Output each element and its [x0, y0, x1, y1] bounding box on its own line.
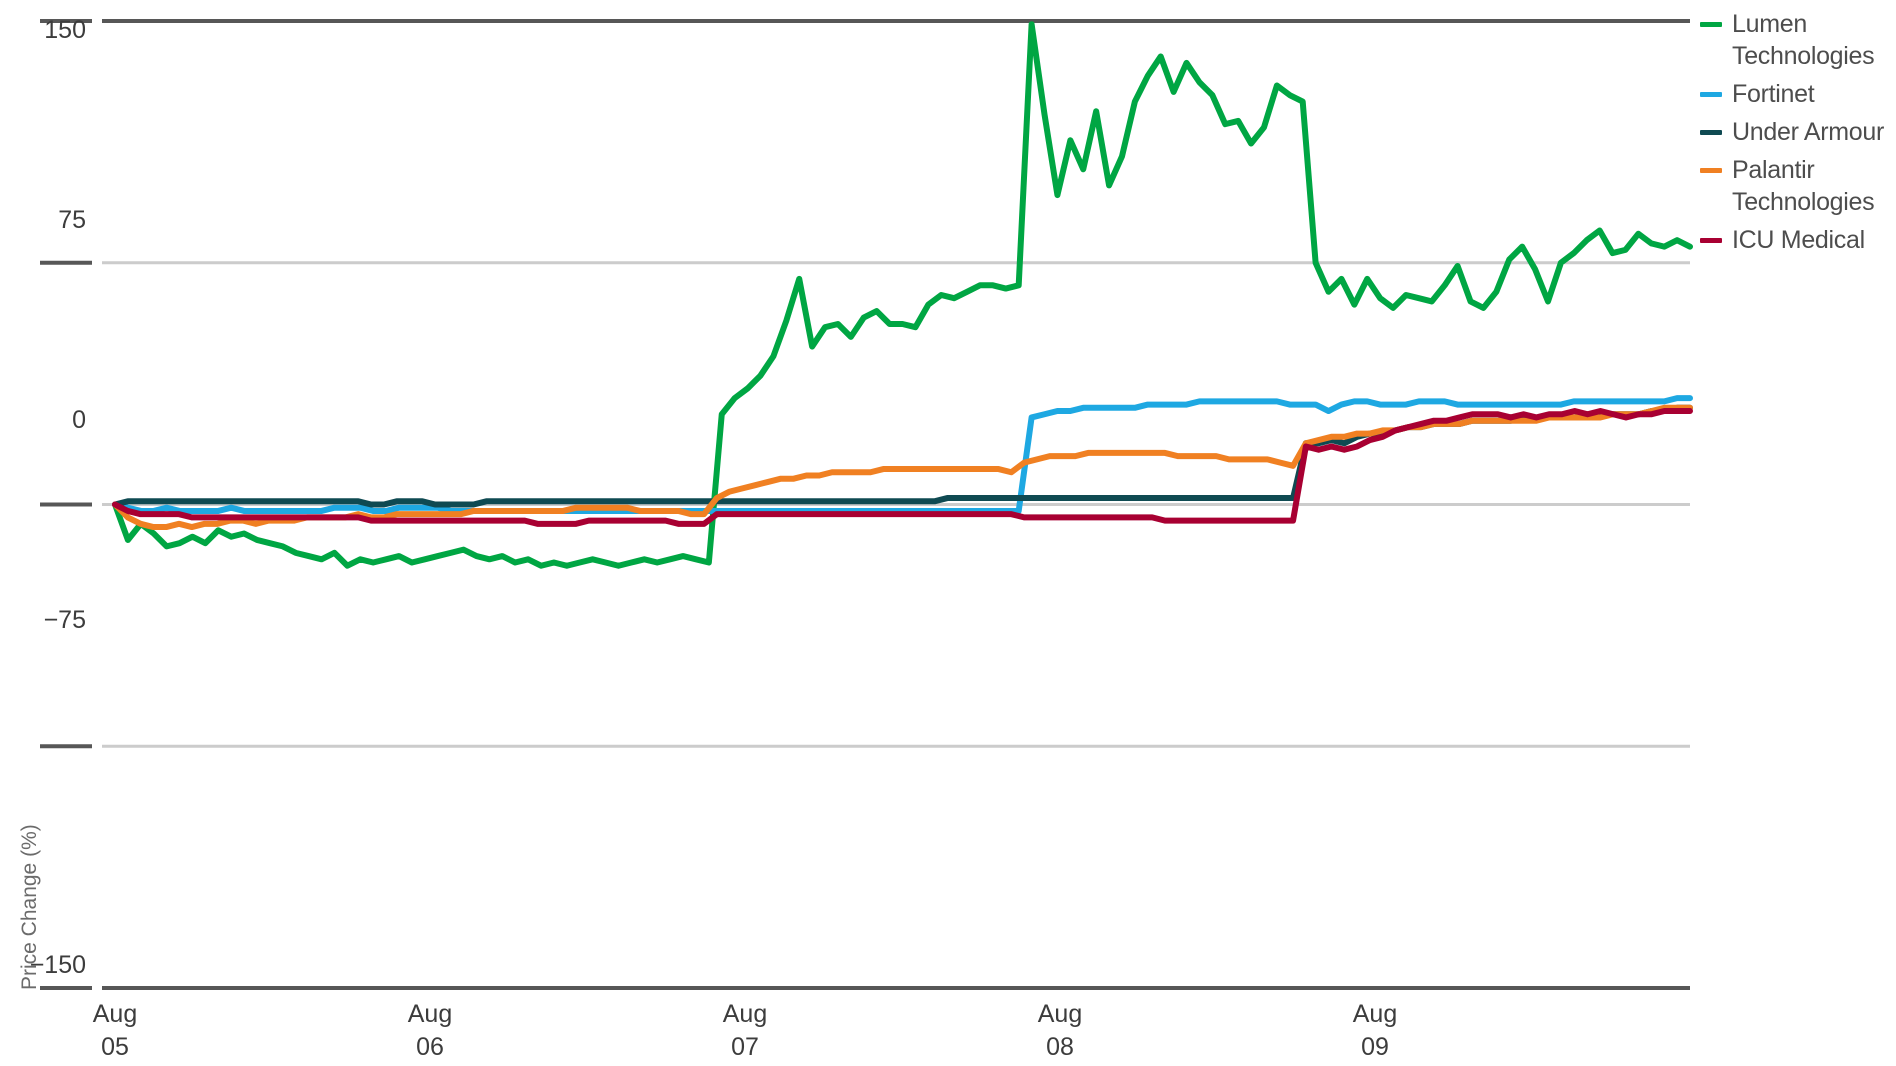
- chart-legend: Lumen Technologies Fortinet Under Armour…: [1700, 8, 1890, 262]
- tick-marks: [40, 19, 92, 990]
- legend-label-fortinet: Fortinet: [1732, 80, 1815, 108]
- ytick-label-minus150: −150: [29, 951, 86, 979]
- legend-label-icu-medical: ICU Medical: [1732, 226, 1865, 254]
- ytick-label-minus75: −75: [43, 606, 86, 634]
- xtick-label-aug08: Aug 08: [980, 998, 1140, 1064]
- legend-item-lumen-technologies[interactable]: Lumen Technologies: [1700, 8, 1890, 72]
- legend-swatch-lumen-technologies: [1700, 22, 1722, 27]
- xtick-aug06-line1: Aug: [407, 1000, 453, 1028]
- legend-item-fortinet[interactable]: Fortinet: [1700, 78, 1890, 110]
- legend-swatch-under-armour: [1700, 130, 1722, 135]
- xtick-label-aug07: Aug 07: [665, 998, 825, 1064]
- xtick-aug05-line1: Aug: [92, 1000, 138, 1028]
- xtick-label-aug09: Aug 09: [1295, 998, 1455, 1064]
- legend-label-palantir-technologies: Palantir Technologies: [1732, 156, 1875, 216]
- legend-swatch-palantir-technologies: [1700, 168, 1722, 173]
- xtick-aug07-line1: Aug: [722, 1000, 768, 1028]
- gridlines: [102, 261, 1690, 748]
- legend-swatch-fortinet: [1700, 92, 1722, 97]
- xtick-aug08-line2: 08: [1046, 1033, 1074, 1061]
- ytick-label-150: 150: [44, 16, 86, 44]
- xtick-aug08-line1: Aug: [1037, 1000, 1083, 1028]
- xtick-label-aug06: Aug 06: [350, 998, 510, 1064]
- ytick-label-0: 0: [72, 406, 86, 434]
- xtick-aug07-line2: 07: [731, 1033, 759, 1061]
- line-chart-canvas: [40, 19, 1693, 990]
- legend-label-lumen-technologies: Lumen Technologies: [1732, 10, 1875, 70]
- legend-label-under-armour: Under Armour: [1732, 118, 1885, 146]
- xtick-aug05-line2: 05: [101, 1033, 129, 1061]
- chart-root: 150 75 0 −75 −150 Price Change (%) Aug 0…: [0, 0, 1896, 1066]
- xtick-aug09-line2: 09: [1361, 1033, 1389, 1061]
- legend-item-icu-medical[interactable]: ICU Medical: [1700, 224, 1890, 256]
- legend-item-palantir-technologies[interactable]: Palantir Technologies: [1700, 154, 1890, 218]
- xtick-aug06-line2: 06: [416, 1033, 444, 1061]
- series-lines: [112, 21, 1693, 569]
- legend-swatch-icu-medical: [1700, 238, 1722, 243]
- xtick-aug09-line1: Aug: [1352, 1000, 1398, 1028]
- legend-item-under-armour[interactable]: Under Armour: [1700, 116, 1890, 148]
- y-axis-title: Price Change (%): [18, 824, 41, 990]
- ytick-label-75: 75: [58, 206, 86, 234]
- xtick-label-aug05: Aug 05: [35, 998, 195, 1064]
